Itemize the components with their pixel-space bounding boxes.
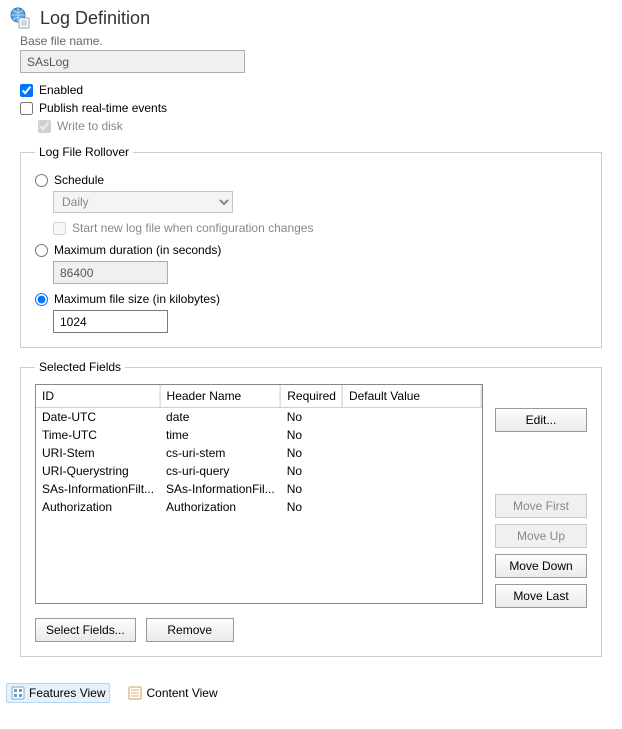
rollover-legend: Log File Rollover xyxy=(35,145,133,159)
cell-default_value xyxy=(342,426,481,444)
cell-id: Date-UTC xyxy=(36,408,160,427)
cell-required: No xyxy=(281,480,343,498)
cell-default_value xyxy=(342,408,481,427)
features-view-icon xyxy=(11,686,25,700)
tab-content-view-label: Content View xyxy=(146,686,217,700)
tab-features-view[interactable]: Features View xyxy=(6,683,110,703)
tab-features-view-label: Features View xyxy=(29,686,105,700)
duration-radio[interactable] xyxy=(35,244,48,257)
cell-header_name: SAs-InformationFil... xyxy=(160,480,281,498)
cell-required: No xyxy=(281,426,343,444)
move-first-button: Move First xyxy=(495,494,587,518)
cell-required: No xyxy=(281,444,343,462)
cell-required: No xyxy=(281,462,343,480)
move-up-button: Move Up xyxy=(495,524,587,548)
edit-button[interactable]: Edit... xyxy=(495,408,587,432)
page-title: Log Definition xyxy=(40,8,150,29)
schedule-radio[interactable] xyxy=(35,174,48,187)
remove-button[interactable]: Remove xyxy=(146,618,234,642)
enabled-checkbox[interactable] xyxy=(20,84,33,97)
write-to-disk-checkbox xyxy=(38,120,51,133)
table-row[interactable]: URI-Querystringcs-uri-queryNo xyxy=(36,462,482,480)
start-new-log-label: Start new log file when configuration ch… xyxy=(72,221,313,235)
cell-default_value xyxy=(342,444,481,462)
schedule-dropdown: Daily xyxy=(53,191,233,213)
cell-header_name: cs-uri-stem xyxy=(160,444,281,462)
col-header-header-name[interactable]: Header Name xyxy=(160,385,281,408)
cell-header_name: time xyxy=(160,426,281,444)
cell-header_name: cs-uri-query xyxy=(160,462,281,480)
move-last-button[interactable]: Move Last xyxy=(495,584,587,608)
cell-id: Time-UTC xyxy=(36,426,160,444)
duration-label: Maximum duration (in seconds) xyxy=(54,243,221,257)
selected-fields-legend: Selected Fields xyxy=(35,360,125,374)
base-filename-input xyxy=(20,50,245,73)
start-new-log-checkbox xyxy=(53,222,66,235)
filesize-input[interactable] xyxy=(53,310,168,333)
write-to-disk-label: Write to disk xyxy=(57,119,123,133)
cell-required: No xyxy=(281,408,343,427)
tab-content-view[interactable]: Content View xyxy=(124,684,221,702)
rollover-fieldset: Log File Rollover Schedule Daily Start n… xyxy=(20,145,602,348)
table-row[interactable]: SAs-InformationFilt...SAs-InformationFil… xyxy=(36,480,482,498)
publish-label: Publish real-time events xyxy=(39,101,167,115)
schedule-label: Schedule xyxy=(54,173,104,187)
move-down-button[interactable]: Move Down xyxy=(495,554,587,578)
col-header-required[interactable]: Required xyxy=(281,385,343,408)
cell-id: Authorization xyxy=(36,498,160,516)
cell-default_value xyxy=(342,480,481,498)
cell-default_value xyxy=(342,498,481,516)
cell-id: URI-Stem xyxy=(36,444,160,462)
cell-default_value xyxy=(342,462,481,480)
fields-table[interactable]: ID Header Name Required Default Value Da… xyxy=(35,384,483,604)
table-header-row: ID Header Name Required Default Value xyxy=(36,385,482,408)
filesize-radio[interactable] xyxy=(35,293,48,306)
cell-required: No xyxy=(281,498,343,516)
content-view-icon xyxy=(128,686,142,700)
table-row[interactable]: Date-UTCdateNo xyxy=(36,408,482,427)
table-row[interactable]: URI-Stemcs-uri-stemNo xyxy=(36,444,482,462)
publish-checkbox[interactable] xyxy=(20,102,33,115)
table-row[interactable]: AuthorizationAuthorizationNo xyxy=(36,498,482,516)
selected-fields-fieldset: Selected Fields ID Header Name Required … xyxy=(20,360,602,657)
enabled-label: Enabled xyxy=(39,83,83,97)
cell-id: SAs-InformationFilt... xyxy=(36,480,160,498)
cell-id: URI-Querystring xyxy=(36,462,160,480)
col-header-default-value[interactable]: Default Value xyxy=(342,385,481,408)
table-row[interactable]: Time-UTCtimeNo xyxy=(36,426,482,444)
cell-header_name: Authorization xyxy=(160,498,281,516)
select-fields-button[interactable]: Select Fields... xyxy=(35,618,136,642)
globe-document-icon xyxy=(8,6,32,30)
filesize-label: Maximum file size (in kilobytes) xyxy=(54,292,220,306)
base-filename-label: Base file name. xyxy=(20,34,602,48)
duration-input xyxy=(53,261,168,284)
col-header-id[interactable]: ID xyxy=(36,385,160,408)
cell-header_name: date xyxy=(160,408,281,427)
